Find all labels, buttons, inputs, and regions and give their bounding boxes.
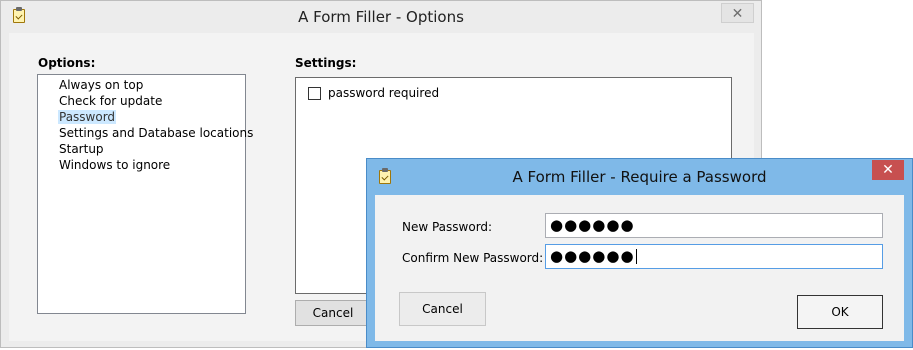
options-item-always-on-top[interactable]: Always on top (58, 77, 245, 93)
close-icon: ✕ (882, 162, 894, 178)
options-group-label: Options: (38, 56, 96, 70)
close-icon: ✕ (731, 6, 744, 22)
new-password-value: ●●●●●● (550, 216, 635, 234)
password-dialog-client: New Password: ●●●●●● Confirm New Passwor… (375, 195, 904, 341)
password-dialog: A Form Filler - Require a Password ✕ New… (366, 158, 913, 348)
password-required-row[interactable]: password required (308, 86, 439, 100)
new-password-field[interactable]: ●●●●●● (545, 213, 883, 238)
confirm-password-value: ●●●●●● (550, 247, 635, 265)
new-password-label: New Password: (402, 220, 493, 234)
confirm-password-label: Confirm New Password: (402, 251, 544, 265)
options-window-title: A Form Filler - Options (298, 8, 464, 26)
settings-group-label: Settings: (295, 56, 357, 70)
password-required-checkbox[interactable] (308, 86, 321, 100)
password-dialog-title: A Form Filler - Require a Password (512, 168, 767, 186)
options-cancel-button[interactable]: Cancel (295, 300, 371, 326)
confirm-password-field[interactable]: ●●●●●● (545, 244, 883, 269)
password-required-label: password required (328, 86, 440, 100)
options-list[interactable]: Always on top Check for update Password … (37, 74, 253, 314)
options-close-button[interactable]: ✕ (721, 3, 754, 23)
options-item-windows-to-ignore[interactable]: Windows to ignore (58, 157, 245, 173)
text-caret (635, 249, 637, 264)
password-dialog-close-button[interactable]: ✕ (872, 160, 904, 180)
options-item-startup[interactable]: Startup (58, 141, 245, 157)
password-dialog-ok-button[interactable]: OK (797, 295, 883, 329)
options-item-password[interactable]: Password (58, 109, 245, 125)
options-item-settings-db-locations[interactable]: Settings and Database locations (58, 125, 253, 141)
options-titlebar[interactable]: A Form Filler - Options ✕ (1, 1, 761, 33)
options-item-check-for-update[interactable]: Check for update (58, 93, 245, 109)
password-dialog-cancel-button[interactable]: Cancel (399, 292, 486, 326)
